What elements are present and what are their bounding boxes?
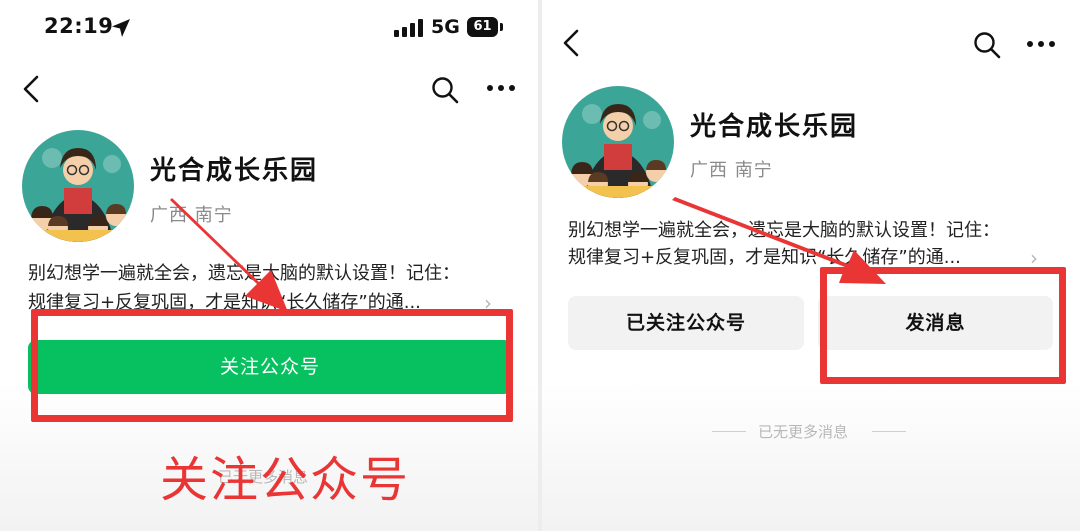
search-icon[interactable]	[972, 30, 1002, 60]
account-name: 光合成长乐园	[690, 112, 859, 142]
annotation-label: 关注公众号	[160, 452, 411, 508]
account-avatar[interactable]	[22, 130, 134, 242]
account-description-line1: 别幻想学一遍就全会，遗忘是大脑的默认设置！记住：	[28, 263, 460, 284]
signal-bars-icon	[394, 19, 424, 37]
battery-level: 61	[467, 17, 498, 37]
followed-account-button[interactable]: 已关注公众号	[568, 296, 804, 350]
battery-icon: 61	[467, 17, 503, 37]
location-arrow-icon	[112, 19, 130, 37]
account-avatar[interactable]	[562, 86, 674, 198]
account-location: 广西 南宁	[690, 160, 773, 181]
no-more-messages: 已无更多消息	[758, 423, 849, 441]
highlight-box	[820, 267, 1066, 384]
back-arrow-icon[interactable]	[560, 28, 586, 58]
right-screenshot: 光合成长乐园 广西 南宁 别幻想学一遍就全会，遗忘是大脑的默认设置！记住： 规律…	[542, 0, 1080, 531]
more-dots-icon[interactable]	[486, 82, 516, 94]
search-icon[interactable]	[430, 75, 460, 105]
more-dots-icon[interactable]	[1026, 38, 1056, 50]
account-name: 光合成长乐园	[150, 156, 319, 186]
account-location: 广西 南宁	[150, 205, 233, 226]
left-screenshot: 22:19 5G 61 光合成长乐园 广西 南宁 别幻想学一遍就全会，遗忘是大脑…	[0, 0, 538, 531]
network-type: 5G	[431, 16, 460, 38]
highlight-box	[31, 309, 513, 422]
account-description-line1: 别幻想学一遍就全会，遗忘是大脑的默认设置！记住：	[568, 220, 1000, 241]
bottom-fade	[542, 381, 1080, 531]
status-time: 22:19	[44, 14, 114, 38]
back-arrow-icon[interactable]	[20, 74, 46, 104]
